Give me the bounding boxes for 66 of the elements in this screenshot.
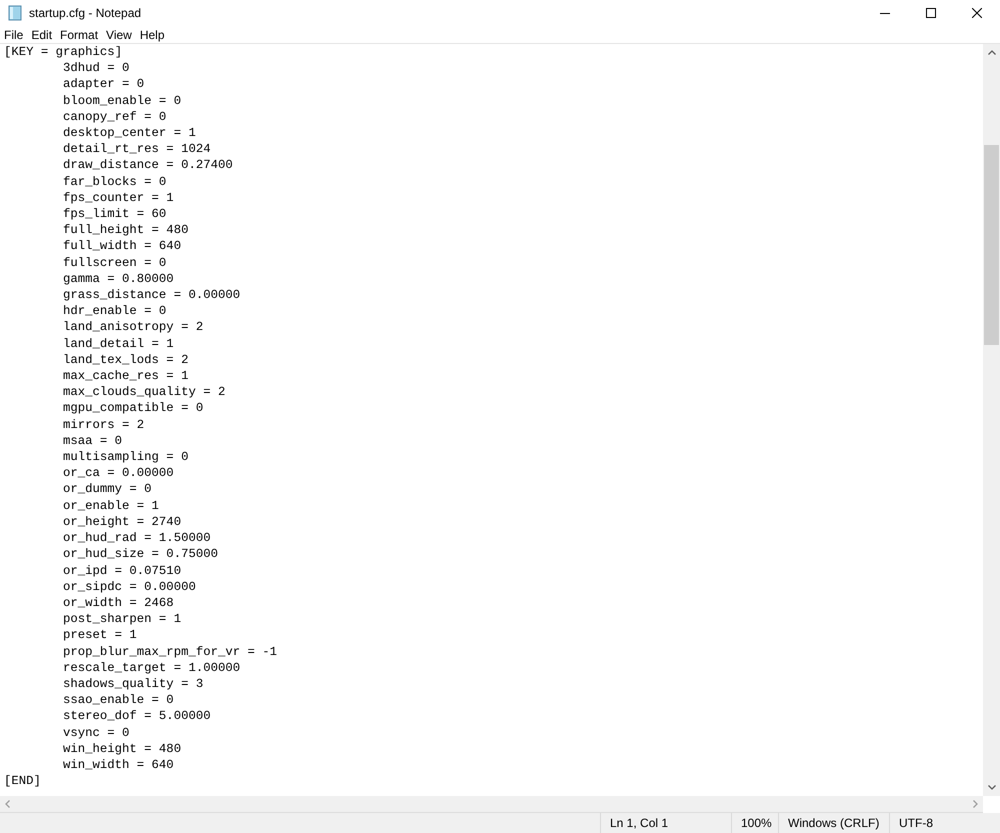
scroll-left-icon xyxy=(5,800,10,808)
maximize-icon xyxy=(926,8,936,18)
menu-item[interactable]: File xyxy=(0,26,28,44)
text-line: detail_rt_res = 1024 xyxy=(63,141,211,158)
text-line: rescale_target = 1.00000 xyxy=(63,660,240,676)
text-line: or_ca = 0.00000 xyxy=(63,465,174,482)
scroll-up-icon xyxy=(988,50,996,55)
menu-item[interactable]: Help xyxy=(136,26,169,44)
text-line: draw_distance = 0.27400 xyxy=(63,157,233,174)
text-line: mgpu_compatible = 0 xyxy=(63,400,204,417)
scroll-down-icon xyxy=(988,785,996,790)
text-line: shadows_quality = 3 xyxy=(63,676,204,692)
text-line: post_sharpen = 1 xyxy=(63,611,182,628)
menu-item[interactable]: Edit xyxy=(27,26,56,44)
text-line: or_enable = 1 xyxy=(63,498,159,514)
text-line: gamma = 0.80000 xyxy=(63,270,174,288)
text-line: 3dhud = 0 xyxy=(63,60,130,76)
text-line: full_width = 640 xyxy=(63,238,182,255)
text-line: or_sipdc = 0.00000 xyxy=(63,578,196,595)
text-line: fullscreen = 0 xyxy=(63,254,166,271)
text-line: fps_limit = 60 xyxy=(63,206,166,222)
vertical-scrollbar[interactable] xyxy=(983,44,1000,796)
scroll-right-icon xyxy=(973,800,978,808)
text-line: multisampling = 0 xyxy=(63,449,188,466)
text-line: fps_counter = 1 xyxy=(63,190,174,206)
text-line: adapter = 0 xyxy=(63,76,144,93)
text-line: msaa = 0 xyxy=(63,432,122,450)
text-line: win_width = 640 xyxy=(63,756,174,774)
close-icon xyxy=(972,8,982,18)
text-line: or_hud_size = 0.75000 xyxy=(63,546,218,562)
menu-item[interactable]: View xyxy=(102,26,136,44)
text-line: vsync = 0 xyxy=(63,724,130,741)
text-line: max_cache_res = 1 xyxy=(63,368,188,384)
text-line: prop_blur_max_rpm_for_vr = -1 xyxy=(63,644,278,660)
text-line: mirrors = 2 xyxy=(63,416,144,433)
status-text: Ln 1, Col 1 xyxy=(610,815,668,832)
text-line: hdr_enable = 0 xyxy=(63,303,166,320)
text-line: or_dummy = 0 xyxy=(63,481,152,498)
horizontal-scrollbar[interactable] xyxy=(0,796,983,813)
scrollbar-thumb[interactable] xyxy=(984,145,999,345)
status-text: Windows (CRLF) xyxy=(788,815,880,832)
window-title: startup.cfg - Notepad xyxy=(29,5,142,22)
text-line: [KEY = graphics] xyxy=(4,44,122,60)
text-line: land_detail = 1 xyxy=(63,336,174,352)
text-line: far_blocks = 0 xyxy=(63,174,166,190)
text-line: or_width = 2468 xyxy=(63,594,174,612)
text-line: canopy_ref = 0 xyxy=(63,108,166,126)
text-line: stereo_dof = 5.00000 xyxy=(63,708,211,725)
text-line: bloom_enable = 0 xyxy=(63,92,182,109)
status-text: 100% xyxy=(741,815,772,832)
text-line: max_clouds_quality = 2 xyxy=(63,384,226,400)
text-line: ssao_enable = 0 xyxy=(63,692,174,708)
status-text: UTF-8 xyxy=(899,815,933,832)
text-line: preset = 1 xyxy=(63,627,137,644)
text-line: [END] xyxy=(4,773,41,790)
text-line: or_hud_rad = 1.50000 xyxy=(63,530,211,546)
text-line: or_ipd = 0.07510 xyxy=(63,562,182,579)
notepad-icon xyxy=(8,5,22,21)
menu-item[interactable]: Format xyxy=(56,26,102,44)
text-line: win_height = 480 xyxy=(63,740,182,757)
text-line: desktop_center = 1 xyxy=(63,125,196,142)
text-line: land_tex_lods = 2 xyxy=(63,352,188,368)
text-line: land_anisotropy = 2 xyxy=(63,319,204,336)
text-line: or_height = 2740 xyxy=(63,514,182,530)
text-line: full_height = 480 xyxy=(63,222,188,238)
text-line: grass_distance = 0.00000 xyxy=(63,287,240,304)
